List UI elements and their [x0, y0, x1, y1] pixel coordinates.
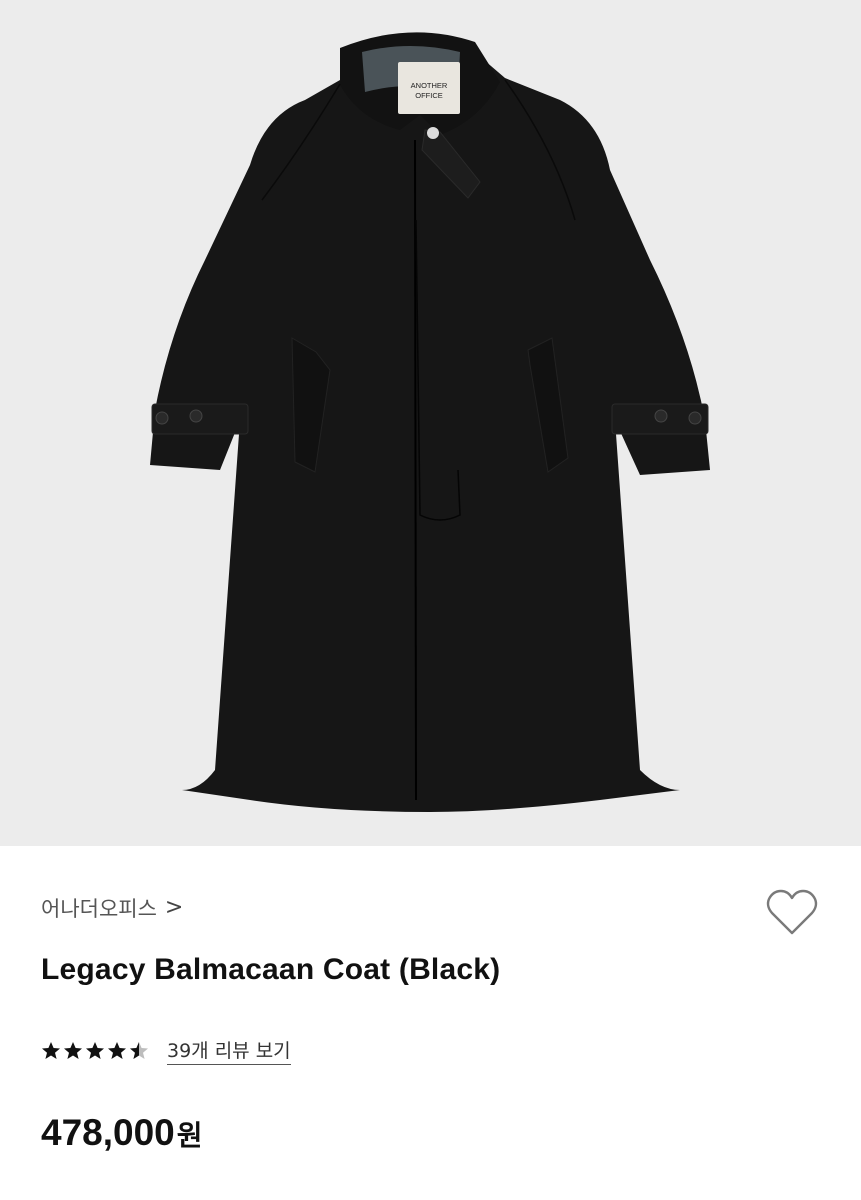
wishlist-button[interactable] — [764, 887, 820, 939]
rating-row: 39개 리뷰 보기 — [41, 1036, 291, 1065]
product-title: Legacy Balmacaan Coat (Black) — [41, 953, 501, 986]
star-icon — [108, 1041, 126, 1059]
coat-illustration: ANOTHER OFFICE — [150, 32, 710, 812]
star-icon — [64, 1041, 82, 1059]
star-icon — [86, 1041, 104, 1059]
brand-link[interactable]: 어나더오피스 > — [41, 893, 183, 923]
star-rating — [41, 1041, 149, 1061]
svg-text:OFFICE: OFFICE — [415, 91, 443, 100]
review-link[interactable]: 39개 리뷰 보기 — [167, 1036, 291, 1065]
brand-name: 어나더오피스 — [41, 897, 157, 921]
price-amount: 478,000 — [41, 1112, 175, 1153]
star-icon — [42, 1041, 60, 1059]
price: 478,000 원 — [41, 1112, 203, 1154]
chevron-right-icon: > — [164, 895, 184, 920]
price-currency: 원 — [176, 1119, 203, 1152]
half-star-icon — [130, 1041, 148, 1059]
heart-outline-icon — [766, 889, 818, 935]
svg-text:ANOTHER: ANOTHER — [411, 81, 448, 90]
product-image[interactable]: ANOTHER OFFICE — [0, 0, 861, 846]
